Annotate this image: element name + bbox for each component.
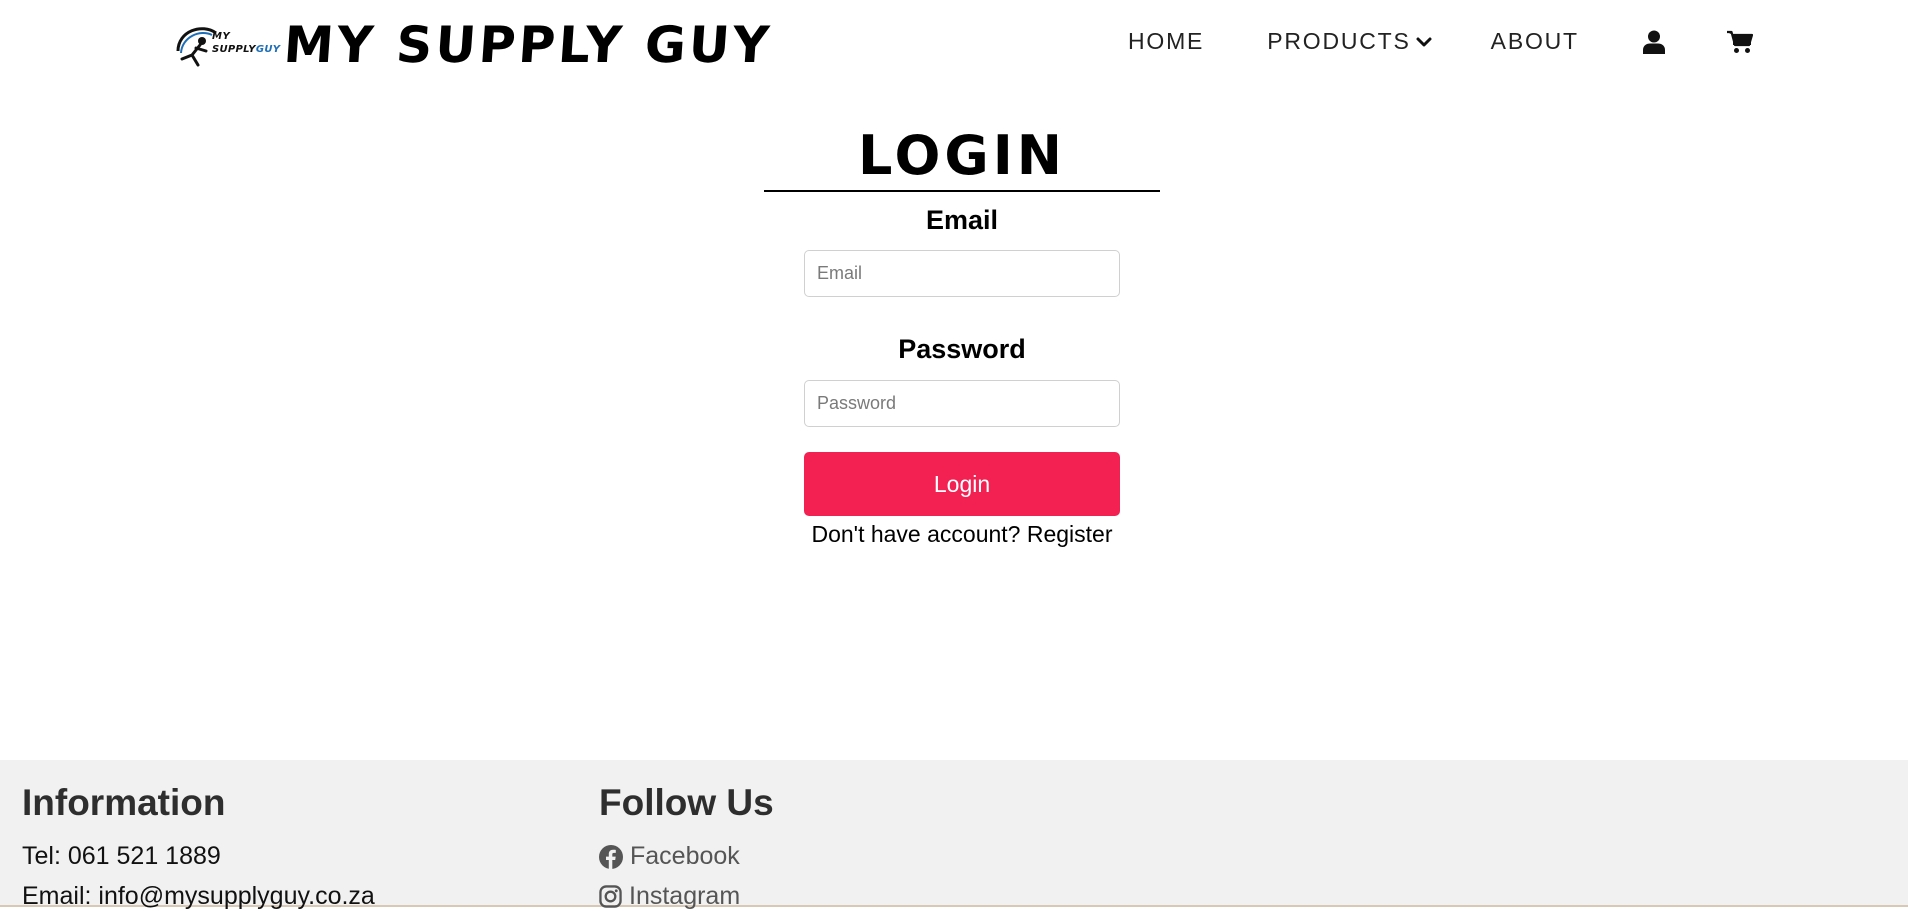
logo-link[interactable]: MY SUPPLYGUY MY SUPPLY GUY <box>172 16 774 74</box>
logo-text-supply-guy: SUPPLYGUY <box>212 44 280 55</box>
logo-text-guy: GUY <box>255 44 281 55</box>
nav-products-dropdown[interactable]: PRODUCTS <box>1267 28 1432 55</box>
nav-about[interactable]: ABOUT <box>1491 28 1579 55</box>
follow-us-heading: Follow Us <box>599 782 774 823</box>
nav-products-label: PRODUCTS <box>1267 28 1411 54</box>
site-footer: Information Tel: 061 521 1889 Email: inf… <box>0 760 1908 910</box>
brand-logo: MY SUPPLYGUY <box>172 17 280 73</box>
account-button[interactable] <box>1642 30 1665 54</box>
register-prompt-text: Don't have account? <box>811 521 1021 547</box>
information-heading: Information <box>22 782 226 823</box>
chevron-down-icon <box>1416 37 1432 46</box>
facebook-label: Facebook <box>630 842 740 870</box>
facebook-link[interactable]: Facebook <box>599 842 740 871</box>
site-title[interactable]: MY SUPPLY GUY <box>282 16 774 74</box>
email-input[interactable] <box>804 250 1120 297</box>
password-input[interactable] <box>804 380 1120 427</box>
page-title: LOGIN <box>858 124 1066 187</box>
register-prompt: Don't have account? Register <box>764 521 1160 548</box>
phone-number: Tel: 061 521 1889 <box>22 842 221 870</box>
nav-home[interactable]: HOME <box>1128 28 1204 55</box>
cart-button[interactable] <box>1726 30 1753 54</box>
nav-about-label: ABOUT <box>1490 28 1579 54</box>
login-button[interactable]: Login <box>804 452 1120 516</box>
instagram-icon <box>599 885 622 908</box>
logo-text-supply: SUPPLY <box>212 44 256 55</box>
nav-home-label: HOME <box>1128 28 1205 54</box>
cart-icon <box>1726 30 1753 53</box>
title-divider <box>764 190 1160 192</box>
user-icon <box>1642 30 1665 54</box>
facebook-icon <box>599 844 623 869</box>
main-nav: HOME PRODUCTS ABOUT <box>1128 28 1753 55</box>
email-label: Email <box>925 205 999 235</box>
register-link[interactable]: Register <box>1027 521 1113 547</box>
site-header: MY SUPPLYGUY MY SUPPLY GUY HOME PRODUCTS… <box>0 0 1908 90</box>
password-label: Password <box>898 334 1026 364</box>
logo-text-my: MY <box>212 31 231 42</box>
